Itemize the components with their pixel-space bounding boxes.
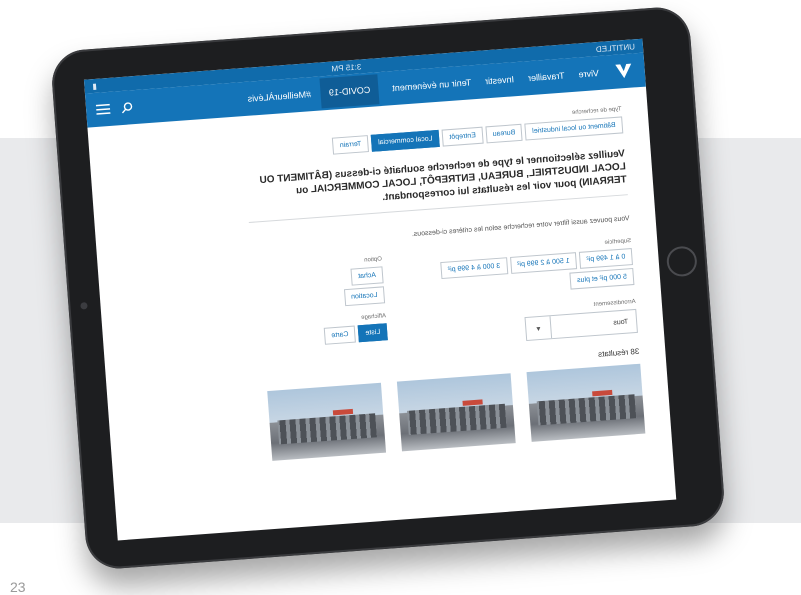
option-group: Option Achat Location Affichage Liste Ca… xyxy=(272,250,389,359)
building-image xyxy=(277,413,377,445)
tablet-bezel: UNTITLED 3:15 PM ▮ Vivre Travailler Inve… xyxy=(49,5,727,571)
carrier-label: UNTITLED xyxy=(595,41,636,54)
type-industriel-button[interactable]: Bâtiment ou local industriel xyxy=(524,116,624,141)
option-buttons: Achat Location xyxy=(273,266,386,311)
type-terrain-button[interactable]: Terrain xyxy=(332,135,369,155)
home-button[interactable] xyxy=(665,245,698,278)
nav-item-evenement[interactable]: Tenir un événement xyxy=(392,77,472,93)
type-entrepot-button[interactable]: Entrepôt xyxy=(441,126,484,147)
superficie-option-2[interactable]: 1 500 à 2 999 pi² xyxy=(509,252,578,274)
logo-icon xyxy=(615,63,632,79)
mirrored-webpage: UNTITLED 3:15 PM ▮ Vivre Travailler Inve… xyxy=(83,38,676,541)
affichage-liste-button[interactable]: Liste xyxy=(357,323,388,343)
status-time: 3:15 PM xyxy=(331,61,362,74)
type-bureau-button[interactable]: Bureau xyxy=(485,123,523,144)
superficie-group: Superficie 0 à 1 499 pi² 1 500 à 2 999 p… xyxy=(411,232,638,349)
camera-icon xyxy=(80,302,88,310)
tablet-device: UNTITLED 3:15 PM ▮ Vivre Travailler Inve… xyxy=(49,5,727,571)
arrondissement-select[interactable]: Tous ▾ xyxy=(524,308,638,342)
nav-item-travailler[interactable]: Travailler xyxy=(528,71,565,84)
building-image xyxy=(407,403,507,435)
search-icon[interactable] xyxy=(120,100,135,115)
menu-icon[interactable] xyxy=(95,102,111,117)
tablet-screen: UNTITLED 3:15 PM ▮ Vivre Travailler Inve… xyxy=(83,38,677,541)
affichage-buttons: Liste Carte xyxy=(277,323,388,348)
page-number: 23 xyxy=(10,579,26,595)
option-location-button[interactable]: Location xyxy=(343,286,386,307)
affichage-carte-button[interactable]: Carte xyxy=(323,325,357,345)
building-image xyxy=(536,394,637,426)
nav-item-investir[interactable]: Investir xyxy=(485,74,515,86)
superficie-option-4[interactable]: 5 000 pi² et plus xyxy=(569,267,635,290)
nav-item-meilleur[interactable]: #MeilleurÀLévis xyxy=(247,89,311,104)
search-panel: Type de recherche Bâtiment ou local indu… xyxy=(87,87,671,473)
chevron-down-icon: ▾ xyxy=(525,316,553,340)
nav-spacer xyxy=(144,100,234,107)
result-card[interactable] xyxy=(526,363,646,442)
site-logo[interactable] xyxy=(612,59,636,83)
superficie-option-3[interactable]: 3 000 à 4 999 pi² xyxy=(440,257,508,280)
superficie-option-1[interactable]: 0 à 1 499 pi² xyxy=(578,248,633,269)
result-card[interactable] xyxy=(267,382,387,461)
nav-item-covid[interactable]: COVID-19 xyxy=(319,74,380,109)
arrondissement-value: Tous xyxy=(613,318,629,327)
battery-icon: ▮ xyxy=(92,81,98,91)
search-notice: Veuillez sélectionner le type de recherc… xyxy=(259,148,628,204)
type-commercial-button[interactable]: Local commercial xyxy=(370,129,441,152)
nav-item-vivre[interactable]: Vivre xyxy=(578,68,599,79)
option-achat-button[interactable]: Achat xyxy=(350,266,384,286)
result-card[interactable] xyxy=(396,373,516,452)
